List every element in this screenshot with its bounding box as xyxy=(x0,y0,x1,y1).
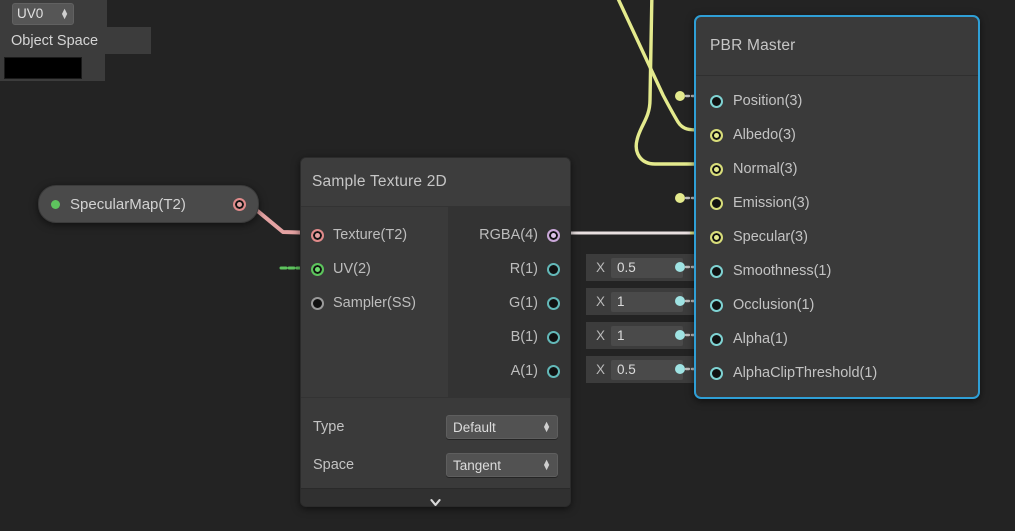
port-slot-rgba[interactable] xyxy=(547,228,560,242)
sample-texture-title: Sample Texture 2D xyxy=(312,173,447,190)
emission-color-swatch[interactable] xyxy=(4,56,82,79)
port-slot-g[interactable] xyxy=(547,296,560,310)
pbr-master-ports: Position(3) Albedo(3) Normal(3) Emission… xyxy=(696,76,978,390)
emission-color-widget[interactable] xyxy=(0,54,105,81)
uv0-widget[interactable]: UV0 ▲ ▼ xyxy=(0,0,107,27)
port-label-emission: Emission(3) xyxy=(733,195,810,211)
port-slot-emission[interactable] xyxy=(710,196,723,210)
port-rgba[interactable]: RGBA(4) xyxy=(448,218,570,252)
node-sample-texture-2d[interactable]: Sample Texture 2D Texture(T2) UV(2) Samp… xyxy=(300,157,571,507)
node-pbr-master[interactable]: PBR Master Position(3) Albedo(3) Normal(… xyxy=(694,15,980,399)
input-port-column: Texture(T2) UV(2) Sampler(SS) xyxy=(301,207,448,397)
pbr-port-smoothness[interactable]: Smoothness(1) xyxy=(696,254,978,288)
port-label-alpha: Alpha(1) xyxy=(733,331,788,347)
value-field-occlusion[interactable]: X 1 xyxy=(586,288,703,315)
setting-space: Space Tangent ▲ ▼ xyxy=(301,446,570,484)
axis-label: X xyxy=(596,362,606,377)
port-label-smoothness: Smoothness(1) xyxy=(733,263,832,279)
chevron-down-icon xyxy=(430,498,441,506)
uv0-dropdown[interactable]: UV0 ▲ ▼ xyxy=(12,2,74,25)
port-r[interactable]: R(1) xyxy=(448,252,570,286)
port-slot-specular[interactable] xyxy=(710,230,723,244)
port-slot-albedo[interactable] xyxy=(710,128,723,142)
uv0-value: UV0 xyxy=(17,6,44,21)
type-dropdown[interactable]: Default ▲ ▼ xyxy=(446,415,558,439)
port-label-b: B(1) xyxy=(510,329,538,345)
port-label-g: G(1) xyxy=(509,295,538,311)
sample-texture-settings: Type Default ▲ ▼ Space Tangent ▲ ▼ xyxy=(301,397,570,488)
port-label-position: Position(3) xyxy=(733,93,803,109)
pbr-port-alpha[interactable]: Alpha(1) xyxy=(696,322,978,356)
specularmap-label: SpecularMap(T2) xyxy=(70,195,186,213)
port-label-specular: Specular(3) xyxy=(733,229,808,245)
port-g[interactable]: G(1) xyxy=(448,286,570,320)
pbr-master-header[interactable]: PBR Master xyxy=(696,17,978,76)
property-indicator-dot xyxy=(51,199,60,209)
port-slot-uv[interactable] xyxy=(311,262,324,276)
stepper-icon[interactable]: ▲ ▼ xyxy=(542,420,551,434)
specularmap-output-slot[interactable] xyxy=(233,197,246,211)
sample-texture-ports: Texture(T2) UV(2) Sampler(SS) RGBA(4) R(… xyxy=(301,207,570,397)
port-label-texture: Texture(T2) xyxy=(333,227,408,243)
port-a[interactable]: A(1) xyxy=(448,354,570,388)
port-label-rgba: RGBA(4) xyxy=(479,227,538,243)
stepper-icon[interactable]: ▲ ▼ xyxy=(542,458,551,472)
value-input[interactable]: 1 xyxy=(611,325,684,346)
port-sampler[interactable]: Sampler(SS) xyxy=(301,286,448,320)
port-slot-r[interactable] xyxy=(547,262,560,276)
port-label-sampler: Sampler(SS) xyxy=(333,295,416,311)
port-b[interactable]: B(1) xyxy=(448,320,570,354)
port-slot-alphaclipthreshold[interactable] xyxy=(710,366,723,380)
setting-label-space: Space xyxy=(313,457,355,473)
shader-graph-canvas[interactable]: SpecularMap(T2) UV0 ▲ ▼ Sample Texture 2D… xyxy=(0,0,1015,531)
port-slot-normal[interactable] xyxy=(710,162,723,176)
port-label-normal: Normal(3) xyxy=(733,161,798,177)
port-slot-smoothness[interactable] xyxy=(710,264,723,278)
stepper-icon[interactable]: ▲ ▼ xyxy=(60,6,69,20)
pbr-port-normal[interactable]: Normal(3) xyxy=(696,152,978,186)
value-field-alpha[interactable]: X 1 xyxy=(586,322,703,349)
port-label-alphaclipthreshold: AlphaClipThreshold(1) xyxy=(733,365,878,381)
axis-label: X xyxy=(596,328,606,343)
pbr-port-alphaclipthreshold[interactable]: AlphaClipThreshold(1) xyxy=(696,356,978,390)
pbr-port-albedo[interactable]: Albedo(3) xyxy=(696,118,978,152)
setting-label-type: Type xyxy=(313,419,345,435)
pbr-master-title: PBR Master xyxy=(710,37,796,54)
port-slot-a[interactable] xyxy=(547,364,560,378)
pbr-port-emission[interactable]: Emission(3) xyxy=(696,186,978,220)
port-label-a: A(1) xyxy=(510,363,538,379)
port-label-uv: UV(2) xyxy=(333,261,371,277)
value-input[interactable]: 0.5 xyxy=(611,257,684,278)
port-slot-b[interactable] xyxy=(547,330,560,344)
value-input[interactable]: 1 xyxy=(611,291,684,312)
object-space-widget[interactable]: Object Space xyxy=(0,27,151,54)
port-slot-texture[interactable] xyxy=(311,228,324,242)
value-field-smoothness[interactable]: X 0.5 xyxy=(586,254,703,281)
port-label-r: R(1) xyxy=(509,261,538,277)
port-slot-alpha[interactable] xyxy=(710,332,723,346)
value-field-alphaclipthreshold[interactable]: X 0.5 xyxy=(586,356,703,383)
port-texture[interactable]: Texture(T2) xyxy=(301,218,448,252)
port-label-albedo: Albedo(3) xyxy=(733,127,796,143)
port-slot-position[interactable] xyxy=(710,94,723,108)
pbr-port-position[interactable]: Position(3) xyxy=(696,84,978,118)
collapse-button[interactable] xyxy=(301,488,570,506)
pbr-port-specular[interactable]: Specular(3) xyxy=(696,220,978,254)
axis-label: X xyxy=(596,294,606,309)
axis-label: X xyxy=(596,260,606,275)
space-dropdown[interactable]: Tangent ▲ ▼ xyxy=(446,453,558,477)
output-port-column: RGBA(4) R(1) G(1) B(1) A(1) xyxy=(448,207,570,397)
port-slot-sampler[interactable] xyxy=(311,296,324,310)
port-label-occlusion: Occlusion(1) xyxy=(733,297,815,313)
port-slot-occlusion[interactable] xyxy=(710,298,723,312)
object-space-label: Object Space xyxy=(11,32,99,49)
type-value: Default xyxy=(453,419,496,435)
port-uv[interactable]: UV(2) xyxy=(301,252,448,286)
node-specularmap[interactable]: SpecularMap(T2) xyxy=(38,185,259,223)
sample-texture-header[interactable]: Sample Texture 2D xyxy=(301,158,570,207)
value-input[interactable]: 0.5 xyxy=(611,359,684,380)
setting-type: Type Default ▲ ▼ xyxy=(301,408,570,446)
space-value: Tangent xyxy=(453,457,502,473)
pbr-port-occlusion[interactable]: Occlusion(1) xyxy=(696,288,978,322)
